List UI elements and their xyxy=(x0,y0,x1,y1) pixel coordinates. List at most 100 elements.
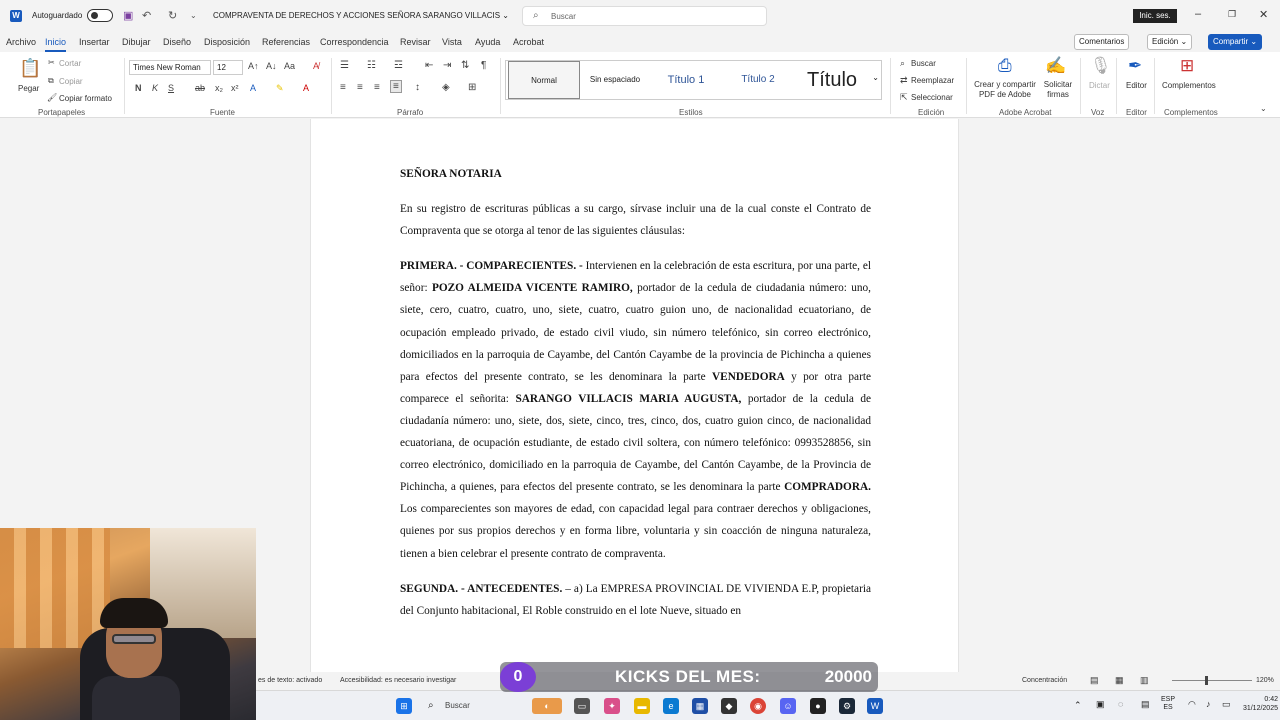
highlight-icon[interactable]: ✎ xyxy=(276,83,284,94)
copilot-icon[interactable]: ✦ xyxy=(604,698,620,714)
document-page[interactable]: SEÑORA NOTARIA En su registro de escritu… xyxy=(310,119,959,672)
taskbar-search[interactable]: Buscar xyxy=(445,701,470,710)
print-layout-icon[interactable]: ▦ xyxy=(1115,675,1124,686)
line-spacing-icon[interactable]: ↕ xyxy=(415,82,420,93)
tab-referencias[interactable]: Referencias xyxy=(262,37,310,47)
justify-icon[interactable]: ≡ xyxy=(390,80,402,93)
paste-icon[interactable]: 📋 xyxy=(19,58,41,79)
taskbar-search-icon[interactable]: ⌕ xyxy=(428,700,434,711)
document-text[interactable]: SEÑORA NOTARIA En su registro de escritu… xyxy=(400,163,871,635)
style-heading-1[interactable]: Título 1 xyxy=(652,61,720,99)
cut-icon[interactable]: ✂ xyxy=(48,58,55,67)
web-layout-icon[interactable]: ▥ xyxy=(1140,675,1149,686)
underline-icon[interactable]: S xyxy=(168,83,174,93)
zoom-slider-thumb[interactable] xyxy=(1205,676,1208,685)
tab-revisar[interactable]: Revisar xyxy=(400,37,431,47)
font-size-select[interactable]: 12 xyxy=(213,60,243,75)
style-heading-2[interactable]: Título 2 xyxy=(724,61,792,99)
dictate-button[interactable]: Dictar xyxy=(1089,81,1110,90)
word-taskbar-icon[interactable]: W xyxy=(867,698,883,714)
bullets-icon[interactable]: ☰ xyxy=(340,60,349,71)
widget-icon[interactable]: ◐ xyxy=(532,698,562,714)
task-view-icon[interactable]: ▭ xyxy=(574,698,590,714)
font-color-icon[interactable]: A xyxy=(303,83,309,93)
copy-button[interactable]: Copiar xyxy=(59,77,83,86)
style-no-spacing[interactable]: Sin espaciado xyxy=(582,61,648,99)
clock[interactable]: 0:42 31/12/2025 xyxy=(1224,695,1278,713)
undo-icon[interactable]: ↶ xyxy=(142,9,151,22)
select-button[interactable]: Seleccionar xyxy=(911,93,953,102)
start-icon[interactable]: ⊞ xyxy=(396,698,412,714)
style-normal[interactable]: Normal xyxy=(508,61,580,99)
tab-archivo[interactable]: Archivo xyxy=(6,37,36,47)
discord-icon[interactable]: ☺ xyxy=(780,698,796,714)
align-center-icon[interactable]: ≡ xyxy=(357,82,363,93)
strikethrough-icon[interactable]: ab xyxy=(195,83,205,93)
comments-button[interactable]: Comentarios xyxy=(1074,34,1130,50)
word-logo-icon[interactable]: W xyxy=(10,10,22,22)
zoom-level[interactable]: 120% xyxy=(1256,677,1274,684)
document-title[interactable]: COMPRAVENTA DE DERECHOS Y ACCIONES SEÑOR… xyxy=(213,11,509,20)
store-icon[interactable]: ▦ xyxy=(692,698,708,714)
volume-icon[interactable]: ♪ xyxy=(1206,699,1211,709)
borders-icon[interactable]: ⊞ xyxy=(468,82,476,93)
show-marks-icon[interactable]: ¶ xyxy=(481,60,486,71)
ribbon-collapse-icon[interactable]: ⌄ xyxy=(1260,104,1267,113)
read-mode-icon[interactable]: ▤ xyxy=(1090,675,1099,686)
create-pdf-button[interactable]: Crear y compartir PDF de Adobe xyxy=(974,80,1036,100)
steam-icon[interactable]: ⚙ xyxy=(839,698,855,714)
styles-more-icon[interactable]: ⌄ xyxy=(872,73,879,82)
edge-icon[interactable]: e xyxy=(663,698,679,714)
find-button[interactable]: Buscar xyxy=(911,59,936,68)
obs-icon[interactable]: ● xyxy=(810,698,826,714)
tray-icon[interactable]: ▤ xyxy=(1141,699,1150,710)
autosave-toggle[interactable] xyxy=(87,9,113,22)
request-signatures-icon[interactable]: ✍ xyxy=(1045,56,1066,76)
tab-diseno[interactable]: Diseño xyxy=(163,37,191,47)
paste-button[interactable]: Pegar xyxy=(18,84,39,93)
editor-icon[interactable]: ✒ xyxy=(1128,56,1142,76)
bold-icon[interactable]: N xyxy=(135,83,142,93)
shading-icon[interactable]: ◈ xyxy=(442,82,450,93)
tray-app-icon[interactable]: ▣ xyxy=(1096,699,1105,710)
tab-acrobat[interactable]: Acrobat xyxy=(513,37,544,47)
italic-icon[interactable]: K xyxy=(152,83,158,93)
keyboard-language[interactable]: ESP ES xyxy=(1161,696,1175,712)
clear-format-icon[interactable]: A̸ xyxy=(313,61,319,71)
cut-button[interactable]: Cortar xyxy=(59,59,81,68)
addins-icon[interactable]: ⊞ xyxy=(1180,56,1194,76)
subscript-icon[interactable]: x₂ xyxy=(215,83,223,93)
chrome-icon[interactable]: ◉ xyxy=(750,698,766,714)
search-input[interactable]: ⌕ Buscar xyxy=(522,6,767,26)
multilevel-list-icon[interactable]: ☲ xyxy=(394,60,403,71)
tab-disposicion[interactable]: Disposición xyxy=(204,37,250,47)
superscript-icon[interactable]: x² xyxy=(231,83,239,93)
style-title[interactable]: Título xyxy=(796,61,868,99)
increase-indent-icon[interactable]: ⇥ xyxy=(443,60,451,71)
find-icon[interactable]: ⌕ xyxy=(900,58,905,69)
replace-icon[interactable]: ⇄ xyxy=(900,75,908,86)
copy-icon[interactable]: ⧉ xyxy=(48,76,54,86)
tray-chevron-icon[interactable]: ⌃ xyxy=(1074,700,1082,711)
close-icon[interactable]: ✕ xyxy=(1259,8,1268,21)
restore-icon[interactable]: ❐ xyxy=(1228,9,1236,20)
zoom-slider[interactable] xyxy=(1172,680,1252,681)
tab-insertar[interactable]: Insertar xyxy=(79,37,110,47)
change-case-icon[interactable]: Aa xyxy=(284,61,295,71)
save-icon[interactable]: ▣ xyxy=(123,9,133,22)
decrease-indent-icon[interactable]: ⇤ xyxy=(425,60,433,71)
grow-font-icon[interactable]: A↑ xyxy=(248,61,259,71)
request-signatures-button[interactable]: Solicitar firmas xyxy=(1041,80,1075,100)
status-text-predictions[interactable]: es de texto: activado xyxy=(258,677,322,684)
addins-button[interactable]: Complementos xyxy=(1162,81,1216,90)
accessibility-status[interactable]: Accesibilidad: es necesario investigar xyxy=(340,677,456,684)
font-name-select[interactable]: Times New Roman xyxy=(129,60,211,75)
tab-dibujar[interactable]: Dibujar xyxy=(122,37,151,47)
file-explorer-icon[interactable]: ▬ xyxy=(634,698,650,714)
redo-icon[interactable]: ↻ xyxy=(168,9,177,22)
sort-icon[interactable]: ⇅ xyxy=(461,60,469,71)
microphone-icon[interactable]: 🎙 xyxy=(1090,56,1112,76)
focus-mode-button[interactable]: Concentración xyxy=(1022,677,1067,684)
editor-button[interactable]: Editor xyxy=(1126,81,1147,90)
tray-icon[interactable]: ◌ xyxy=(1118,699,1123,709)
